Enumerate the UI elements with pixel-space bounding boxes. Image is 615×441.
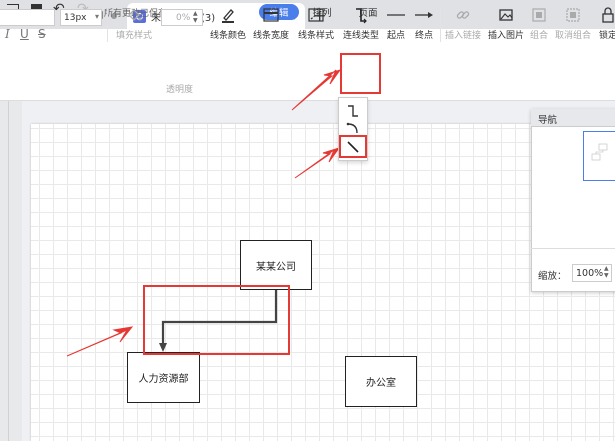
shape-label: 人力资源部 xyxy=(138,374,189,385)
app-window: 吓3 未命名文件(3) × + ↶ ↷ 所有更改已保存 编辑 排列 页面 13p… xyxy=(0,0,615,441)
navigator-thumbnail xyxy=(591,143,608,161)
annotation-arrow xyxy=(291,69,342,111)
menu-item-orthogonal[interactable] xyxy=(342,102,364,120)
shape-label: 办公室 xyxy=(366,378,396,389)
curved-connector-icon xyxy=(346,122,358,134)
orthogonal-connector-icon xyxy=(348,105,358,117)
zoom-label: 缩放： xyxy=(538,271,567,282)
navigator-viewport[interactable] xyxy=(583,131,615,181)
divider xyxy=(531,248,615,249)
shape-node-hr[interactable]: 人力资源部 xyxy=(127,352,200,403)
annotation-highlight-box xyxy=(340,53,381,94)
stepper-icon[interactable]: ▲ ▼ xyxy=(604,265,609,279)
zoom-value: 100% xyxy=(576,267,604,279)
annotation-highlight-box xyxy=(143,285,290,355)
annotation-highlight-box xyxy=(339,135,367,158)
annotation-arrow xyxy=(294,147,341,179)
navigator-title[interactable]: 导航 xyxy=(531,109,615,127)
annotation-arrow xyxy=(66,326,134,357)
connector-layer xyxy=(66,69,342,357)
shape-node-company[interactable]: 某某公司 xyxy=(240,240,312,290)
shape-label: 某某公司 xyxy=(256,261,296,273)
shape-node-office[interactable]: 办公室 xyxy=(345,356,417,407)
